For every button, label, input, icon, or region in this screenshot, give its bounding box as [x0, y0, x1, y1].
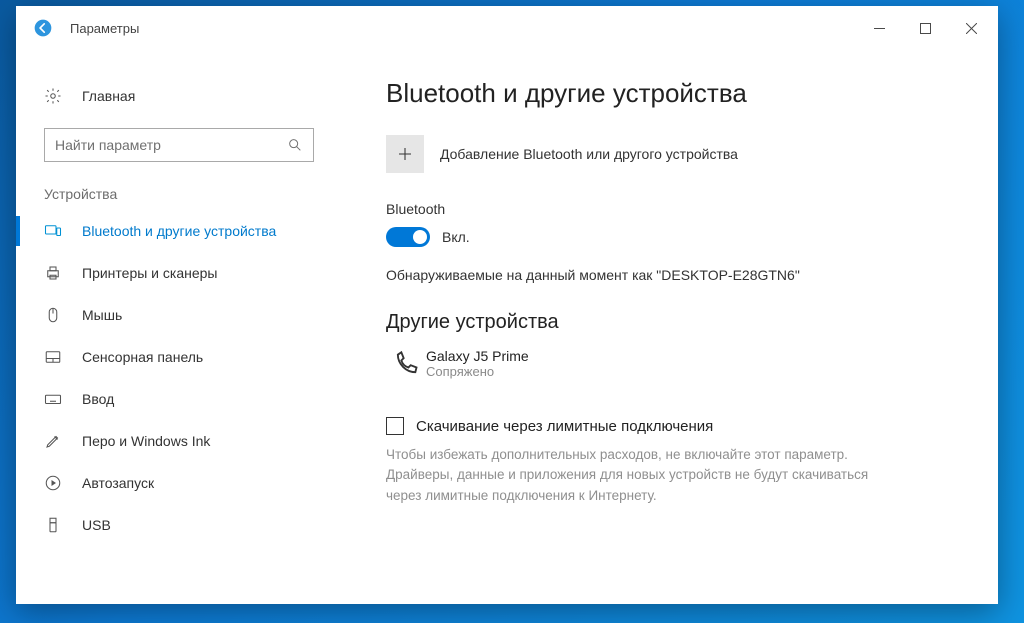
- bluetooth-toggle[interactable]: Вкл.: [386, 227, 968, 247]
- page-title: Bluetooth и другие устройства: [386, 78, 968, 109]
- content-area: Bluetooth и другие устройства Добавление…: [334, 50, 998, 604]
- search-icon: [287, 137, 303, 153]
- keyboard-icon: [44, 390, 70, 408]
- sidebar-item-label: Bluetooth и другие устройства: [82, 223, 276, 239]
- sidebar-item-home[interactable]: Главная: [16, 78, 334, 114]
- sidebar-item-mouse[interactable]: Мышь: [16, 294, 334, 336]
- app-title: Параметры: [70, 21, 139, 36]
- device-name: Galaxy J5 Prime: [426, 348, 529, 364]
- discoverable-text: Обнаруживаемые на данный момент как "DES…: [386, 267, 968, 283]
- search-placeholder: Найти параметр: [55, 137, 287, 153]
- sidebar-home-label: Главная: [82, 88, 135, 104]
- pen-icon: [44, 432, 70, 450]
- back-arrow-icon: [33, 18, 53, 38]
- maximize-icon: [920, 23, 931, 34]
- device-status: Сопряжено: [426, 364, 529, 379]
- device-item[interactable]: Galaxy J5 Prime Сопряжено: [386, 348, 968, 379]
- settings-window: Параметры Главная Найти параме: [16, 6, 998, 604]
- search-input[interactable]: Найти параметр: [44, 128, 314, 162]
- mouse-icon: [44, 306, 70, 324]
- gear-icon: [44, 87, 70, 105]
- sidebar-item-touchpad[interactable]: Сенсорная панель: [16, 336, 334, 378]
- printer-icon: [44, 264, 70, 282]
- titlebar: Параметры: [16, 6, 998, 50]
- sidebar-item-label: USB: [82, 517, 111, 533]
- toggle-state-label: Вкл.: [442, 229, 470, 245]
- sidebar-item-pen[interactable]: Перо и Windows Ink: [16, 420, 334, 462]
- autoplay-icon: [44, 474, 70, 492]
- usb-icon: [44, 516, 70, 534]
- sidebar-item-printers[interactable]: Принтеры и сканеры: [16, 252, 334, 294]
- add-device-button[interactable]: Добавление Bluetooth или другого устройс…: [386, 135, 968, 173]
- sidebar-item-typing[interactable]: Ввод: [16, 378, 334, 420]
- sidebar-item-label: Мышь: [82, 307, 122, 323]
- sidebar: Главная Найти параметр Устройства Blueto…: [16, 50, 334, 604]
- close-icon: [966, 23, 977, 34]
- sidebar-item-autoplay[interactable]: Автозапуск: [16, 462, 334, 504]
- checkbox-empty-icon: [386, 417, 404, 435]
- sidebar-item-label: Ввод: [82, 391, 114, 407]
- toggle-switch-on-icon: [386, 227, 430, 247]
- back-button[interactable]: [26, 11, 60, 45]
- plus-icon: [386, 135, 424, 173]
- minimize-icon: [874, 23, 885, 34]
- sidebar-item-label: Автозапуск: [82, 475, 154, 491]
- sidebar-item-usb[interactable]: USB: [16, 504, 334, 546]
- maximize-button[interactable]: [902, 6, 948, 50]
- touchpad-icon: [44, 348, 70, 366]
- sidebar-item-label: Сенсорная панель: [82, 349, 203, 365]
- phone-handset-icon: [386, 348, 426, 378]
- close-button[interactable]: [948, 6, 994, 50]
- bluetooth-section-label: Bluetooth: [386, 201, 968, 217]
- metered-checkbox-label: Скачивание через лимитные подключения: [416, 418, 713, 435]
- window-controls: [856, 6, 994, 50]
- minimize-button[interactable]: [856, 6, 902, 50]
- sidebar-item-label: Перо и Windows Ink: [82, 433, 210, 449]
- sidebar-item-label: Принтеры и сканеры: [82, 265, 217, 281]
- sidebar-category-label: Устройства: [16, 186, 334, 208]
- devices-icon: [44, 222, 70, 240]
- other-devices-title: Другие устройства: [386, 311, 968, 334]
- add-device-label: Добавление Bluetooth или другого устройс…: [440, 146, 738, 162]
- sidebar-item-bluetooth[interactable]: Bluetooth и другие устройства: [16, 210, 334, 252]
- metered-hint-text: Чтобы избежать дополнительных расходов, …: [386, 445, 886, 506]
- metered-download-checkbox[interactable]: Скачивание через лимитные подключения: [386, 417, 968, 435]
